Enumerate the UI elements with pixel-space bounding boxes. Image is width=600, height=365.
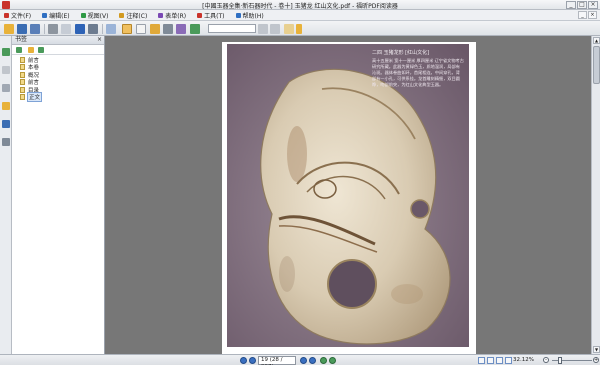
status-bar: 19 (28 / 997) 32.12% - +: [0, 354, 600, 365]
pdf-page: 二四 玉猪龙形 [红山文化] 高十五厘米 宽十一厘米 厚四厘米 辽宁省文物考古研…: [222, 42, 476, 354]
menu-comment[interactable]: 注释(C): [119, 11, 147, 20]
snapshot-icon[interactable]: [106, 24, 116, 34]
scroll-thumb[interactable]: [593, 46, 600, 84]
menu-view[interactable]: 视图(V): [80, 11, 108, 20]
title-bar: [中國玉器全集·新石器时代 - 卷十] 玉猪龙 红山文化.pdf - 福昕PDF…: [0, 0, 600, 10]
save-icon[interactable]: [17, 24, 27, 34]
print-icon[interactable]: [48, 24, 58, 34]
minimize-button[interactable]: _: [566, 1, 576, 9]
document-icon[interactable]: [284, 24, 294, 34]
save-as-icon[interactable]: [30, 24, 40, 34]
panel-header: 书签 ×: [12, 36, 104, 45]
comments-tab-icon[interactable]: [2, 102, 10, 110]
zoom-level[interactable]: 32.12%: [513, 357, 534, 363]
search-prev-icon[interactable]: [258, 24, 268, 34]
menu-edit[interactable]: 编辑(E): [42, 11, 70, 20]
next-page-icon[interactable]: [300, 357, 307, 364]
help-menu-icon: [235, 12, 241, 18]
menu-bar: 文件(F) 编辑(E) 视图(V) 注释(C) 表单(R) 工具(T) 帮助(H…: [0, 10, 600, 21]
pages-tab-icon[interactable]: [2, 66, 10, 74]
caption-body: 高十五厘米 宽十一厘米 厚四厘米 辽宁省文物考古研究所藏。此器为黄绿色玉，质地温…: [372, 58, 464, 87]
maximize-button[interactable]: □: [577, 1, 587, 9]
dropdown-arrow-icon[interactable]: [296, 24, 302, 34]
screenshot-icon[interactable]: [75, 24, 85, 34]
comment-menu-icon: [119, 12, 125, 18]
single-page-view-icon[interactable]: [478, 357, 485, 364]
toolbar: [0, 21, 600, 36]
edit-menu-icon: [42, 12, 48, 18]
menu-file[interactable]: 文件(F): [4, 11, 31, 20]
attachments-tab-icon[interactable]: [2, 120, 10, 128]
bookmarks-panel: 书签 × 前言 本卷 概况 前言 目录 正文: [12, 36, 105, 354]
menu-tools[interactable]: 工具(T): [197, 11, 225, 20]
bookmark-icon: [20, 56, 25, 63]
window-title: [中國玉器全集·新石器时代 - 卷十] 玉猪龙 红山文化.pdf - 福昕PDF…: [202, 3, 398, 10]
navigation-strip: [0, 36, 12, 354]
file-menu-icon: [4, 12, 9, 18]
caption-title: 二四 玉猪龙形 [红山文化]: [372, 50, 430, 56]
bookmark-icon: [20, 86, 25, 93]
bookmark-icon: [20, 71, 25, 78]
layers-tab-icon[interactable]: [2, 84, 10, 92]
document-window-controls: _ ×: [578, 11, 597, 19]
window-controls: _ □ ×: [566, 1, 598, 9]
search-input[interactable]: [208, 24, 256, 33]
open-folder-icon[interactable]: [4, 24, 14, 34]
zoom-out-icon[interactable]: -: [543, 357, 549, 363]
email-icon[interactable]: [61, 24, 71, 34]
bookmark-options-icon[interactable]: [38, 47, 44, 53]
vertical-scrollbar[interactable]: ▲ ▼: [591, 36, 600, 354]
find-icon[interactable]: [88, 24, 98, 34]
expand-icon[interactable]: [16, 47, 22, 53]
last-page-icon[interactable]: [309, 357, 316, 364]
zoom-in-icon[interactable]: +: [593, 357, 599, 363]
highlight-icon[interactable]: [176, 24, 186, 34]
pencil-icon[interactable]: [190, 24, 200, 34]
document-viewport[interactable]: 二四 玉猪龙形 [红山文化] 高十五厘米 宽十一厘米 厚四厘米 辽宁省文物考古研…: [105, 36, 591, 354]
search-next-icon[interactable]: [270, 24, 280, 34]
menu-form[interactable]: 表单(R): [158, 11, 186, 20]
form-menu-icon: [158, 12, 164, 18]
zoom-slider-handle[interactable]: [558, 357, 562, 364]
zoom-icon[interactable]: [150, 24, 160, 34]
go-forward-icon[interactable]: [329, 357, 336, 364]
continuous-facing-view-icon[interactable]: [505, 357, 512, 364]
typewriter-icon[interactable]: [163, 24, 173, 34]
previous-page-icon[interactable]: [249, 357, 256, 364]
continuous-view-icon[interactable]: [487, 357, 494, 364]
signatures-tab-icon[interactable]: [2, 138, 10, 146]
doc-close-button[interactable]: ×: [588, 11, 597, 19]
scroll-down-icon[interactable]: ▼: [593, 346, 600, 353]
jade-dragon-photo: 二四 玉猪龙形 [红山文化] 高十五厘米 宽十一厘米 厚四厘米 辽宁省文物考古研…: [227, 44, 469, 347]
view-menu-icon: [80, 12, 86, 18]
panel-title: 书签: [15, 36, 28, 43]
hand-tool-icon[interactable]: [122, 24, 132, 34]
photo-caption: 二四 玉猪龙形 [红山文化] 高十五厘米 宽十一厘米 厚四厘米 辽宁省文物考古研…: [372, 49, 464, 88]
bookmark-icon: [20, 79, 25, 86]
bookmark-icon: [20, 64, 25, 71]
jade-dragon-image: [227, 44, 469, 347]
toolbar-separator: [44, 24, 45, 34]
doc-minimize-button[interactable]: _: [578, 11, 587, 19]
menu-help[interactable]: 帮助(H): [235, 11, 264, 20]
bookmark-tree: 前言 本卷 概况 前言 目录 正文: [20, 56, 43, 103]
facing-view-icon[interactable]: [496, 357, 503, 364]
select-text-icon[interactable]: [136, 24, 146, 34]
go-back-icon[interactable]: [320, 357, 327, 364]
bookmark-icon: [20, 94, 25, 101]
close-button[interactable]: ×: [588, 1, 598, 9]
first-page-icon[interactable]: [240, 357, 247, 364]
toolbar-separator: [102, 24, 103, 34]
tools-menu-icon: [197, 12, 203, 18]
zoom-slider[interactable]: [552, 357, 592, 364]
bookmarks-tab-icon[interactable]: [2, 48, 10, 56]
bookmark-item-selected[interactable]: 正文: [20, 92, 43, 103]
page-number-field[interactable]: 19 (28 / 997): [258, 356, 296, 365]
panel-close-button[interactable]: ×: [97, 36, 102, 44]
new-bookmark-icon[interactable]: [28, 47, 34, 53]
panel-toolbar: [12, 45, 104, 55]
scroll-up-icon[interactable]: ▲: [593, 37, 600, 44]
